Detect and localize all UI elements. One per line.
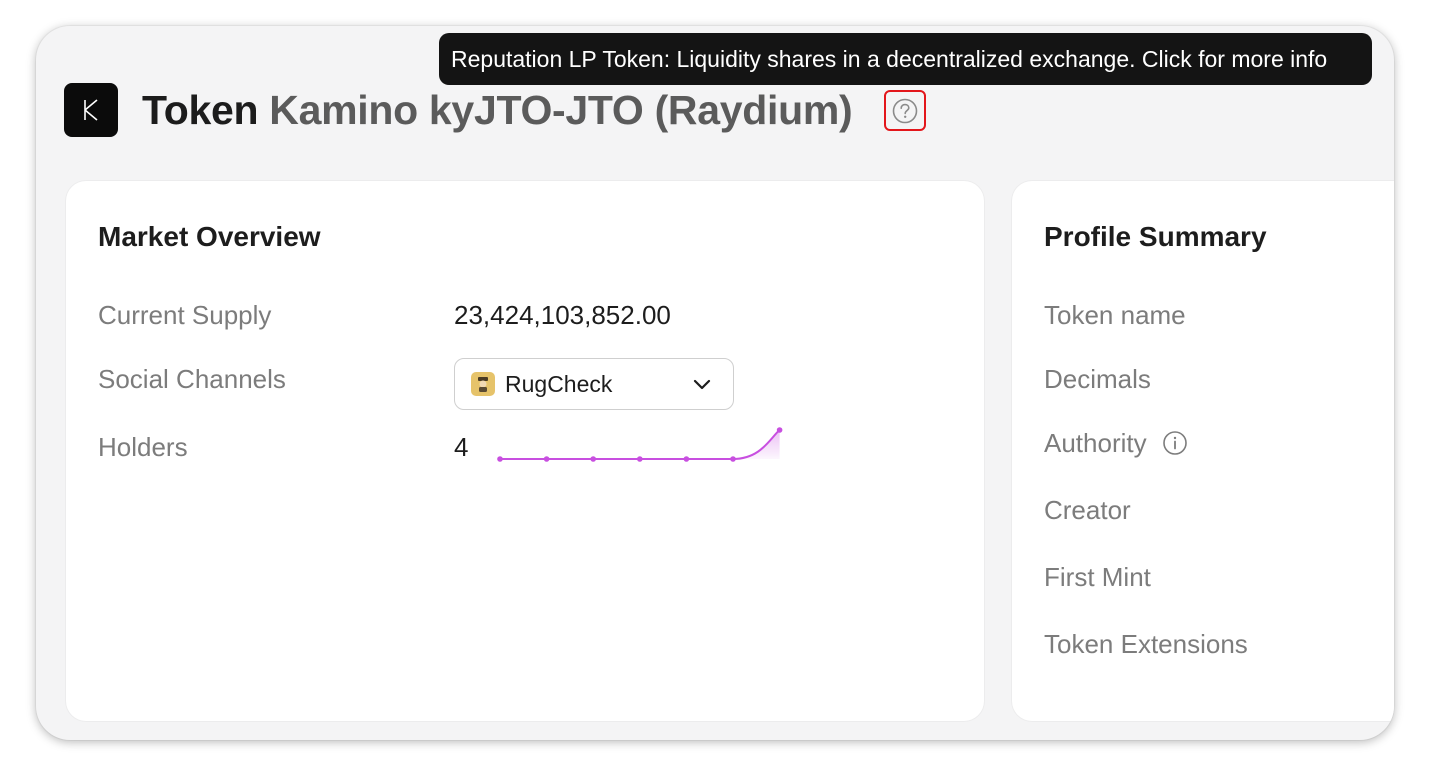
page-title: Token Kamino kyJTO-JTO (Raydium): [142, 86, 853, 134]
social-channels-label: Social Channels: [98, 364, 286, 394]
sparkline-point: [637, 456, 643, 462]
chevron-down-icon: [693, 379, 711, 390]
page-title-prefix: Token: [142, 87, 259, 133]
token-extensions-label: Token Extensions: [1044, 629, 1248, 659]
social-channels-dropdown[interactable]: RugCheck: [454, 358, 734, 410]
holders-value: 4: [454, 432, 469, 462]
sparkline-point: [590, 456, 596, 462]
holders-label: Holders: [98, 432, 188, 462]
sparkline-point: [683, 456, 690, 462]
profile-summary-title: Profile Summary: [1044, 221, 1267, 252]
info-icon[interactable]: [1162, 430, 1188, 456]
token-logo: [64, 83, 118, 137]
token-page-window: Token Kamino kyJTO-JTO (Raydium) Reputat…: [36, 26, 1394, 740]
token-name-label: Token name: [1044, 300, 1186, 330]
market-overview-card: Market Overview Current Supply 23,424,10…: [66, 181, 984, 721]
token-type-tooltip: Reputation LP Token: Liquidity shares in…: [439, 33, 1372, 85]
token-type-help-button[interactable]: [884, 90, 926, 131]
market-overview-title: Market Overview: [98, 221, 321, 252]
rugcheck-icon: [471, 372, 495, 396]
current-supply-label: Current Supply: [98, 300, 272, 330]
sparkline-line: [500, 429, 781, 460]
social-channels-selected: RugCheck: [505, 370, 613, 397]
creator-label: Creator: [1044, 495, 1131, 525]
page-title-token-name: Kamino kyJTO-JTO (Raydium): [269, 87, 853, 133]
kamino-logo-icon: [84, 99, 98, 121]
profile-summary-card: Profile Summary Token name Decimals Auth…: [1012, 181, 1394, 721]
authority-label-text: Authority: [1044, 428, 1147, 458]
sparkline-point: [497, 456, 503, 462]
first-mint-label: First Mint: [1044, 562, 1151, 592]
decimals-label: Decimals: [1044, 364, 1151, 394]
question-circle-icon: [892, 98, 918, 123]
current-supply-value: 23,424,103,852.00: [454, 300, 671, 330]
sparkline-point: [776, 427, 783, 433]
sparkline-point: [730, 456, 736, 462]
authority-label: Authority: [1044, 428, 1188, 459]
holders-sparkline: [497, 427, 783, 462]
sparkline-point: [543, 456, 550, 462]
sparkline-area: [733, 430, 780, 459]
